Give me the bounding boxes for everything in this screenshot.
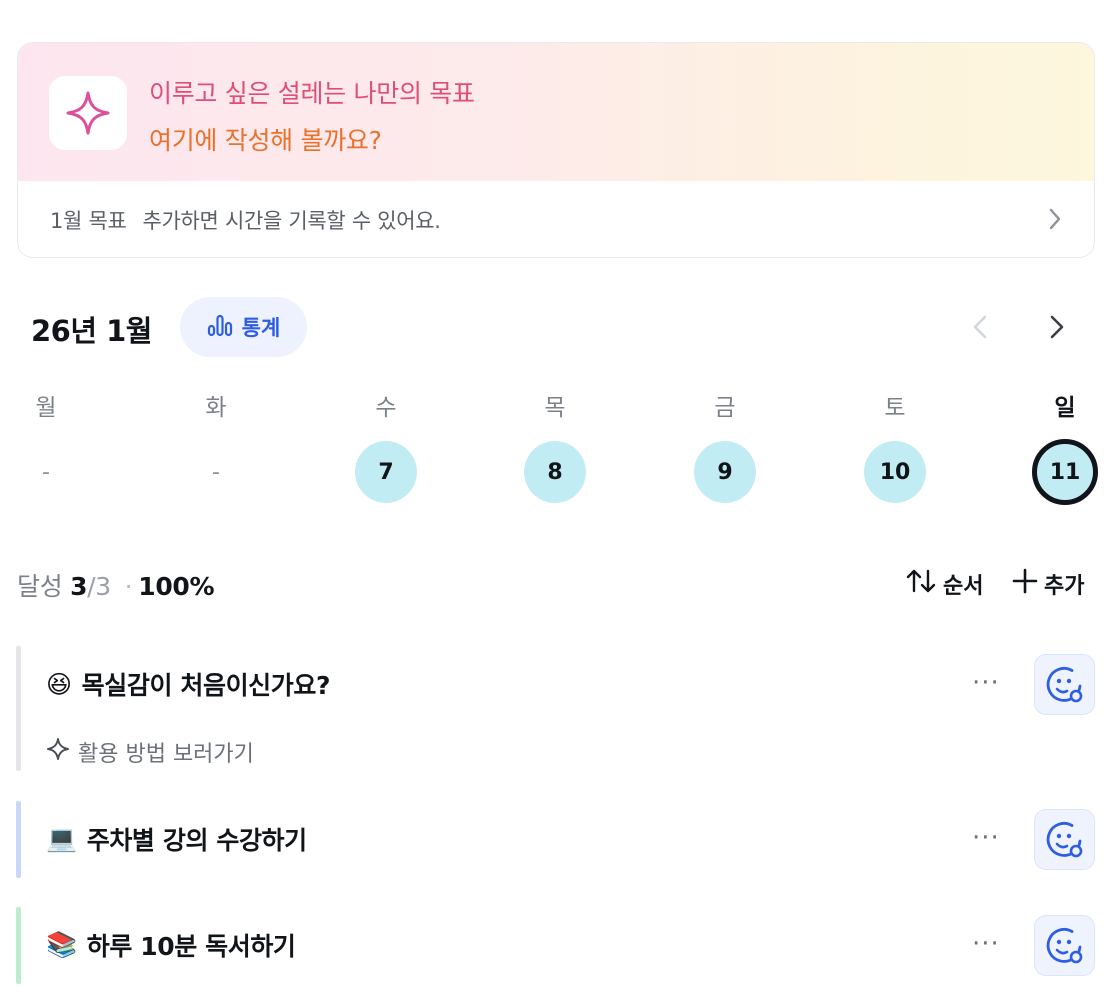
reorder-label: 순서 <box>943 574 984 599</box>
weekday-mon: 월 <box>35 395 57 421</box>
day-tue: - <box>212 459 220 485</box>
chevron-right-icon <box>1048 207 1062 235</box>
sort-arrows-icon <box>905 568 939 600</box>
plus-icon <box>1012 568 1038 600</box>
task-title[interactable]: 💻 주차별 강의 수강하기 <box>46 821 307 857</box>
goal-banner[interactable]: 이루고 싶은 설레는 나만의 목표 여기에 작성해 볼까요? 1월 목표 추가하… <box>17 42 1095 258</box>
day-fri[interactable]: 9 <box>690 440 760 504</box>
goal-prompt-line1: 이루고 싶은 설레는 나만의 목표 <box>149 79 475 108</box>
task-item[interactable]: 📚 하루 10분 독서하기 ··· <box>16 907 1096 984</box>
month-goal-label: 1월 목표 <box>50 209 127 233</box>
task-title-text: 주차별 강의 수강하기 <box>86 826 307 855</box>
task-color-bar <box>16 801 21 878</box>
day-bubble-today[interactable]: 11 <box>1032 439 1098 505</box>
smiley-add-icon <box>1046 821 1082 857</box>
achievement-summary: 달성 3/3 · 100% <box>17 567 215 603</box>
guide-link[interactable]: 활용 방법 보러가기 <box>46 736 254 768</box>
sparkle-small-icon <box>46 737 70 767</box>
month-title: 26년 1월 <box>31 314 153 348</box>
task-emoji: 📚 <box>46 930 77 959</box>
reaction-button[interactable] <box>1034 915 1095 976</box>
add-task-button[interactable]: 추가 <box>1012 568 1084 600</box>
weekday-fri: 금 <box>714 395 736 421</box>
smiley-add-icon <box>1046 927 1082 963</box>
task-title[interactable]: 📚 하루 10분 독서하기 <box>46 927 296 963</box>
next-week-button[interactable] <box>1047 312 1067 346</box>
goal-prompt-line2: 여기에 작성해 볼까요? <box>149 126 382 155</box>
task-item[interactable]: 😆 목실감이 처음이신가요? ··· 활용 방법 보러가기 <box>16 646 1096 771</box>
weekday-tue: 화 <box>205 395 227 421</box>
task-title-text: 하루 10분 독서하기 <box>86 932 296 961</box>
month-goal-row[interactable]: 1월 목표 추가하면 시간을 기록할 수 있어요. <box>18 181 1094 257</box>
task-emoji: 😆 <box>46 669 72 699</box>
day-bubble[interactable]: 7 <box>355 441 417 503</box>
task-color-bar <box>16 907 21 984</box>
reaction-button[interactable] <box>1034 654 1095 715</box>
weekday-sat: 토 <box>884 395 906 421</box>
day-thu[interactable]: 8 <box>520 440 590 504</box>
sparkle-icon <box>49 76 127 150</box>
separator-dot: · <box>124 572 133 601</box>
weekday-sun: 일 <box>1054 395 1076 421</box>
more-options-button[interactable]: ··· <box>972 823 1000 853</box>
month-goal-hint: 추가하면 시간을 기록할 수 있어요. <box>142 209 441 233</box>
guide-link-label: 활용 방법 보러가기 <box>78 742 254 767</box>
day-bubble[interactable]: 8 <box>524 441 586 503</box>
goal-banner-header[interactable]: 이루고 싶은 설레는 나만의 목표 여기에 작성해 볼까요? <box>18 43 1094 181</box>
reaction-button[interactable] <box>1034 809 1095 870</box>
task-item[interactable]: 💻 주차별 강의 수강하기 ··· <box>16 801 1096 878</box>
day-bubble[interactable]: 10 <box>864 441 926 503</box>
task-emoji: 💻 <box>46 824 77 853</box>
day-sun[interactable]: 11 <box>1030 439 1100 505</box>
reorder-button[interactable]: 순서 <box>905 568 983 600</box>
task-color-bar <box>16 646 21 771</box>
achievement-done: 3 <box>70 572 88 601</box>
prev-week-button[interactable] <box>970 312 990 346</box>
more-options-button[interactable]: ··· <box>972 929 1000 959</box>
stats-button[interactable]: 통계 <box>180 297 307 357</box>
weekday-wed: 수 <box>375 395 397 421</box>
more-options-button[interactable]: ··· <box>972 668 1000 698</box>
achievement-total: /3 <box>87 572 111 601</box>
day-bubble[interactable]: 9 <box>694 441 756 503</box>
achievement-label: 달성 <box>17 572 63 601</box>
achievement-percent: 100% <box>138 572 215 601</box>
add-label: 추가 <box>1044 574 1085 599</box>
day-mon: - <box>42 459 50 485</box>
smiley-add-icon <box>1046 666 1082 702</box>
task-title[interactable]: 😆 목실감이 처음이신가요? <box>46 666 330 702</box>
weekday-thu: 목 <box>544 395 566 421</box>
day-wed[interactable]: 7 <box>351 440 421 504</box>
bar-chart-icon <box>207 313 233 341</box>
task-title-text: 목실감이 처음이신가요? <box>81 671 331 700</box>
stats-label: 통계 <box>241 316 281 340</box>
day-sat[interactable]: 10 <box>860 440 930 504</box>
